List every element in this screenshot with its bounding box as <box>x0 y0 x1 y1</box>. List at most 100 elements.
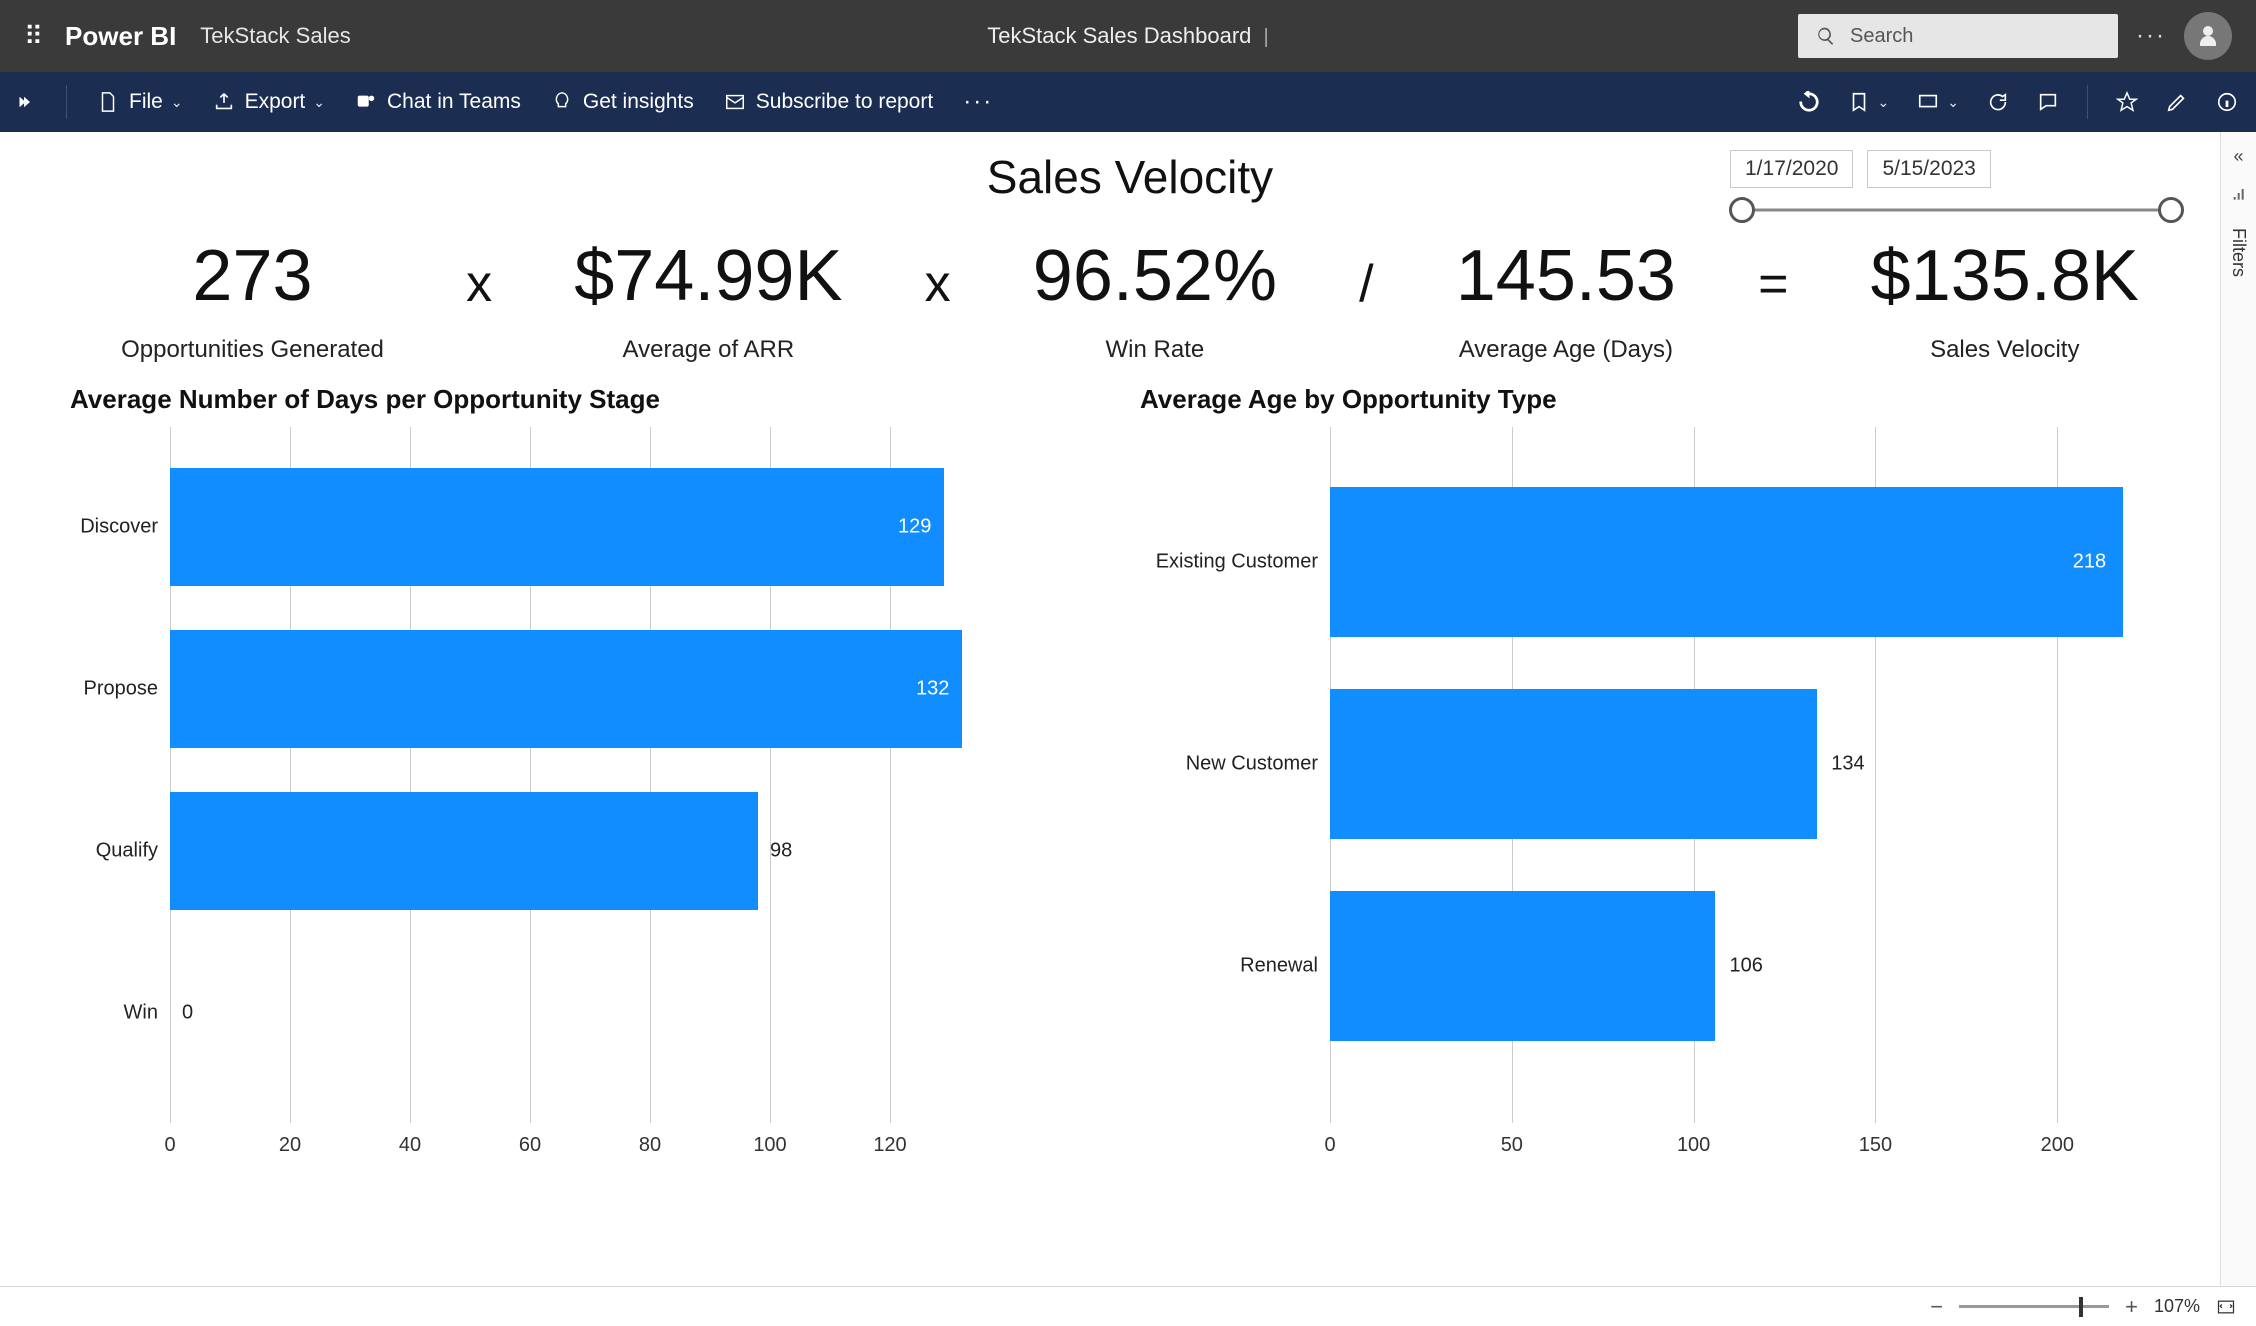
category-label: Win <box>70 1002 158 1025</box>
data-label: 132 <box>916 678 949 701</box>
axis-tick: 40 <box>399 1134 421 1157</box>
axis-tick: 100 <box>1677 1134 1710 1157</box>
edit-icon[interactable] <box>2166 91 2188 113</box>
kpi-value: $135.8K <box>1871 240 2139 312</box>
date-slider-handle-from[interactable] <box>1729 197 1755 223</box>
category-label: New Customer <box>1140 753 1318 776</box>
filters-pane-collapsed[interactable]: « Filters <box>2220 132 2256 1286</box>
zoom-out-button[interactable]: − <box>1930 1294 1943 1320</box>
bar[interactable] <box>170 792 758 910</box>
kpi-label: Average of ARR <box>574 336 842 364</box>
mail-icon <box>724 91 746 113</box>
kpi-avg-age[interactable]: 145.53 Average Age (Days) <box>1456 240 1676 364</box>
info-icon[interactable] <box>2216 91 2238 113</box>
date-from-input[interactable]: 1/17/2020 <box>1730 150 1853 188</box>
bar[interactable] <box>170 630 962 748</box>
chevron-down-icon: ⌄ <box>1947 94 1959 111</box>
kpi-value: 273 <box>121 240 384 312</box>
app-launcher-icon[interactable]: ⠿ <box>24 23 41 49</box>
header-overflow-icon[interactable]: ··· <box>2136 22 2166 50</box>
chart-plot-area: 050100150200Existing Customer218New Cust… <box>1140 427 2190 1167</box>
bar[interactable] <box>1330 891 1715 1041</box>
axis-tick: 20 <box>279 1134 301 1157</box>
chart-title: Average Number of Days per Opportunity S… <box>70 384 1120 415</box>
user-icon <box>2196 24 2220 48</box>
view-menu[interactable]: ⌄ <box>1917 91 1959 113</box>
date-slider-handle-to[interactable] <box>2158 197 2184 223</box>
axis-tick: 0 <box>1324 1134 1335 1157</box>
ribbon-overflow-icon[interactable]: ··· <box>963 88 993 116</box>
kpi-label: Sales Velocity <box>1871 336 2139 364</box>
favorite-icon[interactable] <box>2116 91 2138 113</box>
chart-age-by-type[interactable]: Average Age by Opportunity Type 05010015… <box>1140 384 2190 1174</box>
report-breadcrumb: TekStack Sales Dashboard | <box>987 23 1268 49</box>
date-slider-track[interactable] <box>1730 198 2170 222</box>
expand-pane-icon[interactable] <box>18 93 36 111</box>
kpi-sales-velocity[interactable]: $135.8K Sales Velocity <box>1871 240 2139 364</box>
axis-tick: 60 <box>519 1134 541 1157</box>
chevron-down-icon: ⌄ <box>171 94 183 111</box>
teams-icon <box>355 91 377 113</box>
bar[interactable] <box>170 468 944 586</box>
expand-filters-icon[interactable]: « <box>2233 146 2243 167</box>
zoom-in-button[interactable]: + <box>2125 1294 2138 1320</box>
fit-to-page-icon[interactable] <box>2216 1297 2236 1317</box>
bookmark-icon <box>1848 91 1870 113</box>
category-label: Propose <box>70 678 158 701</box>
axis-tick: 100 <box>753 1134 786 1157</box>
date-range-slicer[interactable]: 1/17/2020 5/15/2023 <box>1730 150 2170 222</box>
bar[interactable] <box>1330 487 2123 637</box>
operator: = <box>1758 240 1788 314</box>
chat-label: Chat in Teams <box>387 90 521 114</box>
data-label: 218 <box>2073 551 2106 574</box>
bar[interactable] <box>1330 689 1817 839</box>
search-input[interactable]: Search <box>1798 14 2118 58</box>
workspace-name[interactable]: TekStack Sales <box>200 23 350 49</box>
data-label: 129 <box>898 516 931 539</box>
user-avatar[interactable] <box>2184 12 2232 60</box>
file-label: File <box>129 90 163 114</box>
app-name: Power BI <box>65 21 176 52</box>
get-insights-button[interactable]: Get insights <box>551 90 694 114</box>
kpi-label: Opportunities Generated <box>121 336 384 364</box>
search-placeholder: Search <box>1850 25 1913 48</box>
operator: x <box>466 240 492 314</box>
export-label: Export <box>245 90 306 114</box>
insights-label: Get insights <box>583 90 694 114</box>
reset-icon[interactable] <box>1798 91 1820 113</box>
kpi-opportunities[interactable]: 273 Opportunities Generated <box>121 240 384 364</box>
filters-icon <box>2231 185 2247 206</box>
category-label: Existing Customer <box>1140 551 1318 574</box>
kpi-value: $74.99K <box>574 240 842 312</box>
bulb-icon <box>551 91 573 113</box>
subscribe-button[interactable]: Subscribe to report <box>724 90 933 114</box>
data-label: 106 <box>1729 955 1762 978</box>
refresh-icon[interactable] <box>1987 91 2009 113</box>
chart-plot-area: 020406080100120Discover129Propose132Qual… <box>70 427 1120 1167</box>
breadcrumb-separator-icon: | <box>1264 26 1269 48</box>
chart-days-per-stage[interactable]: Average Number of Days per Opportunity S… <box>70 384 1120 1174</box>
axis-tick: 0 <box>164 1134 175 1157</box>
export-menu[interactable]: Export ⌄ <box>213 90 325 114</box>
export-icon <box>213 91 235 113</box>
axis-tick: 50 <box>1501 1134 1523 1157</box>
category-label: Discover <box>70 516 158 539</box>
subscribe-label: Subscribe to report <box>756 90 933 114</box>
kpi-label: Win Rate <box>1033 336 1277 364</box>
date-to-input[interactable]: 5/15/2023 <box>1867 150 1990 188</box>
category-label: Qualify <box>70 840 158 863</box>
chevron-down-icon: ⌄ <box>313 94 325 111</box>
operator: / <box>1359 240 1373 314</box>
kpi-arr[interactable]: $74.99K Average of ARR <box>574 240 842 364</box>
zoom-slider[interactable] <box>1959 1305 2109 1308</box>
file-icon <box>97 91 119 113</box>
axis-tick: 80 <box>639 1134 661 1157</box>
axis-tick: 150 <box>1859 1134 1892 1157</box>
kpi-value: 145.53 <box>1456 240 1676 312</box>
search-icon <box>1816 26 1836 46</box>
chat-in-teams-button[interactable]: Chat in Teams <box>355 90 521 114</box>
file-menu[interactable]: File ⌄ <box>97 90 183 114</box>
comment-icon[interactable] <box>2037 91 2059 113</box>
kpi-win-rate[interactable]: 96.52% Win Rate <box>1033 240 1277 364</box>
bookmark-menu[interactable]: ⌄ <box>1848 91 1890 113</box>
